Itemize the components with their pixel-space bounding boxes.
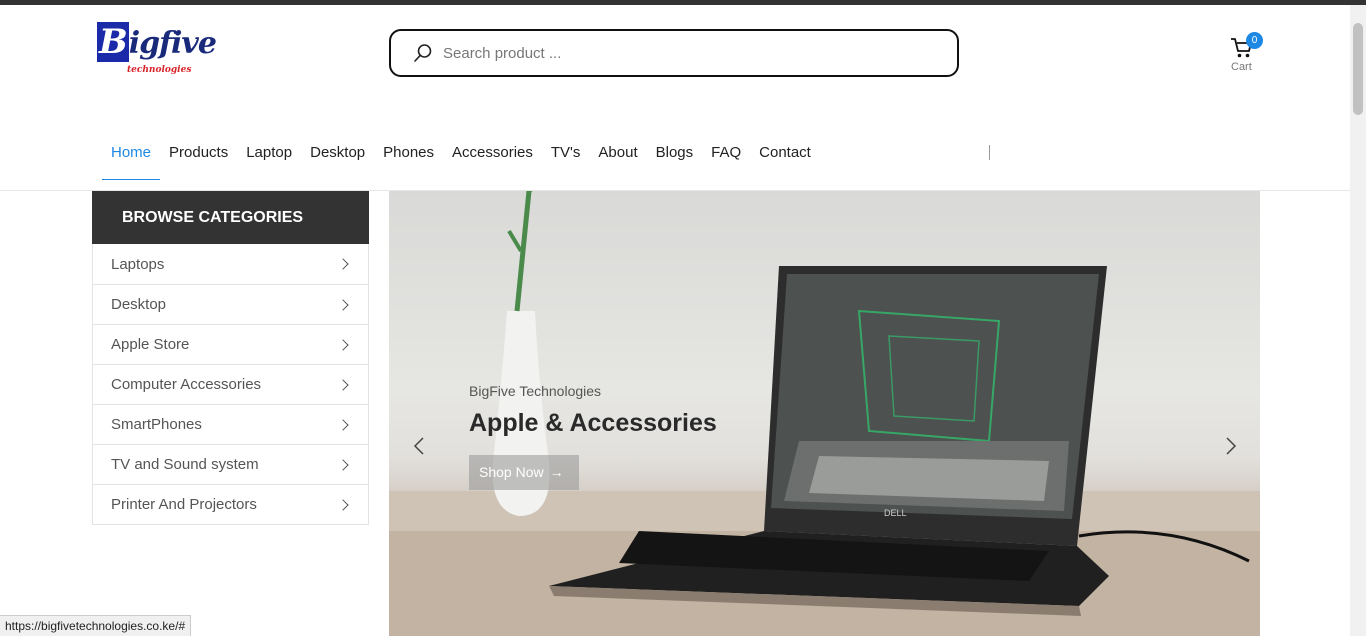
chevron-right-icon — [337, 378, 349, 391]
category-item-desktop[interactable]: Desktop — [93, 284, 368, 324]
nav-item-tvs[interactable]: TV's — [542, 134, 590, 180]
slider-prev-arrow-icon[interactable] — [411, 437, 429, 455]
nav-divider — [989, 145, 990, 160]
chevron-right-icon — [337, 338, 349, 351]
search-icon[interactable] — [413, 43, 433, 63]
category-label: Laptops — [111, 255, 165, 273]
chevron-right-icon — [337, 298, 349, 311]
banner-subtitle: BigFive Technologies — [469, 383, 602, 399]
top-accent-bar — [0, 0, 1366, 5]
categories-heading: BROWSE CATEGORIES — [92, 191, 369, 244]
category-label: Apple Store — [111, 336, 190, 353]
chevron-right-icon — [337, 418, 349, 431]
logo-tagline: technologies — [127, 65, 192, 75]
nav-item-phones[interactable]: Phones — [374, 134, 443, 180]
cart-count-badge: 0 — [1246, 32, 1263, 49]
categories-list: Laptops Desktop Apple Store Computer Acc… — [92, 244, 369, 525]
browse-categories: BROWSE CATEGORIES Laptops Desktop Apple … — [92, 191, 369, 525]
category-label: Computer Accessories — [111, 376, 262, 393]
logo-wordmark: Bigfive — [97, 22, 217, 62]
nav-item-blogs[interactable]: Blogs — [647, 134, 703, 180]
chevron-right-icon — [337, 458, 349, 471]
laptop-brand-text: DELL — [884, 508, 907, 518]
nav-item-accessories[interactable]: Accessories — [443, 134, 542, 180]
site-logo[interactable]: Bigfive technologies — [94, 20, 217, 80]
chevron-right-icon — [337, 258, 349, 270]
hero-slider: DELL BigFive Technologies Apple & Access… — [389, 191, 1260, 636]
search-input[interactable] — [443, 40, 933, 66]
category-label: SmartPhones — [111, 416, 202, 433]
category-item-laptops[interactable]: Laptops — [93, 244, 368, 284]
nav-item-faq[interactable]: FAQ — [702, 134, 750, 180]
page-scrollbar[interactable] — [1350, 5, 1366, 636]
search-bar — [389, 29, 959, 77]
banner-title: Apple & Accessories — [469, 409, 717, 437]
arrow-right-icon: → — [549, 464, 564, 480]
status-bar-url: https://bigfivetechnologies.co.ke/# — [0, 615, 192, 636]
category-item-apple-store[interactable]: Apple Store — [93, 324, 368, 364]
cart-label: Cart — [1231, 61, 1252, 73]
shop-now-label: Shop Now — [479, 464, 544, 480]
category-label: Printer And Projectors — [111, 496, 257, 513]
nav-item-products[interactable]: Products — [160, 134, 237, 180]
category-item-smartphones[interactable]: SmartPhones — [93, 404, 368, 444]
nav-item-laptop[interactable]: Laptop — [237, 134, 301, 180]
category-label: Desktop — [111, 296, 167, 313]
category-item-computer-accessories[interactable]: Computer Accessories — [93, 364, 368, 404]
nav-item-home[interactable]: Home — [102, 134, 161, 180]
nav-item-about[interactable]: About — [589, 134, 646, 180]
category-item-printer-projectors[interactable]: Printer And Projectors — [93, 484, 368, 524]
shop-now-button[interactable]: Shop Now → — [469, 455, 579, 490]
nav-item-desktop[interactable]: Desktop — [301, 134, 374, 180]
slider-next-arrow-icon[interactable] — [1221, 437, 1239, 455]
nav-item-contact[interactable]: Contact — [750, 134, 820, 180]
category-label: TV and Sound system — [111, 456, 259, 473]
category-item-tv-sound[interactable]: TV and Sound system — [93, 444, 368, 484]
scrollbar-thumb[interactable] — [1353, 23, 1363, 115]
main-nav: Home Products Laptop Desktop Phones Acce… — [102, 134, 820, 180]
cart-button[interactable]: 0 Cart — [1226, 32, 1266, 76]
chevron-right-icon — [337, 498, 349, 511]
